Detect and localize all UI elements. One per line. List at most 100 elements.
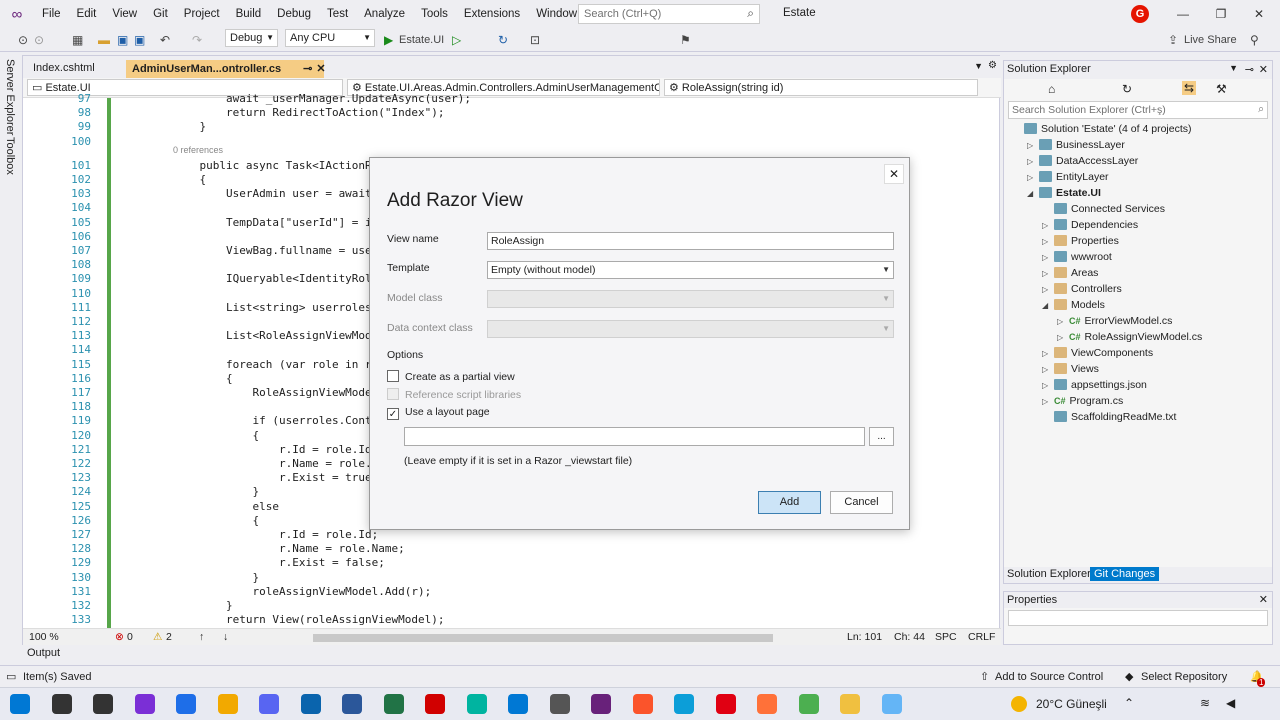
code-line[interactable]: 100 bbox=[23, 135, 983, 149]
tab-output[interactable]: Output bbox=[27, 647, 60, 659]
error-count[interactable]: 0 bbox=[127, 631, 133, 643]
toolbox-tab[interactable]: Toolbox bbox=[4, 137, 16, 175]
expand-arrow-icon[interactable]: ▷ bbox=[1042, 218, 1054, 234]
menu-file[interactable]: File bbox=[34, 0, 69, 28]
menu-debug[interactable]: Debug bbox=[269, 0, 319, 28]
save-icon[interactable]: ▣ bbox=[117, 31, 128, 49]
tree-item[interactable]: Connected Services bbox=[1042, 201, 1165, 217]
refresh-icon[interactable]: ↻ bbox=[498, 31, 508, 49]
code-lens-references[interactable]: 0 references bbox=[173, 145, 223, 155]
tree-item[interactable]: ▷ C# ErrorViewModel.cs bbox=[1057, 313, 1172, 329]
browser-link-icon[interactable]: ⊡ bbox=[530, 31, 540, 49]
platform-select[interactable]: Any CPU ▼ bbox=[285, 29, 375, 47]
search-icon[interactable] bbox=[51, 694, 72, 714]
tree-item[interactable]: Solution 'Estate' (4 of 4 projects) bbox=[1012, 121, 1192, 137]
close-window-icon[interactable]: ✕ bbox=[1244, 4, 1274, 24]
app-photo-icon[interactable] bbox=[217, 694, 238, 714]
search-input[interactable]: Search (Ctrl+Q) ⌕ bbox=[578, 4, 760, 24]
tab-admin-user-controller[interactable]: AdminUserMan...ontroller.cs ⊸ ✕ bbox=[126, 60, 326, 78]
back-icon[interactable]: ⊙ bbox=[18, 31, 28, 49]
expand-arrow-icon[interactable]: ▷ bbox=[1042, 346, 1054, 362]
tree-item[interactable]: ▷ appsettings.json bbox=[1042, 377, 1147, 393]
menu-build[interactable]: Build bbox=[228, 0, 270, 28]
warning-count[interactable]: 2 bbox=[166, 631, 172, 643]
tree-item[interactable]: ◢ Estate.UI bbox=[1027, 185, 1101, 201]
redo-icon[interactable]: ↷ bbox=[192, 31, 202, 49]
menu-test[interactable]: Test bbox=[319, 0, 356, 28]
tree-item[interactable]: ▷ Areas bbox=[1042, 265, 1098, 281]
expand-arrow-icon[interactable]: ▷ bbox=[1042, 234, 1054, 250]
code-line[interactable]: 127 r.Id = role.Id; bbox=[23, 528, 983, 542]
expand-arrow-icon[interactable]: ▷ bbox=[1027, 138, 1039, 154]
menu-analyze[interactable]: Analyze bbox=[356, 0, 413, 28]
view-name-input[interactable]: RoleAssign bbox=[487, 232, 894, 250]
vscode-icon[interactable] bbox=[508, 694, 528, 714]
checkmark-icon[interactable]: ✓ bbox=[387, 408, 399, 420]
up-arrow-icon[interactable]: ↑ bbox=[199, 631, 204, 643]
menu-tools[interactable]: Tools bbox=[413, 0, 456, 28]
windows-start-icon[interactable] bbox=[10, 694, 30, 714]
settings-gear-icon[interactable]: ⚙ bbox=[988, 60, 997, 71]
collapse-arrow-icon[interactable]: ◢ bbox=[1027, 186, 1039, 202]
partial-view-checkbox[interactable]: Create as a partial view bbox=[387, 370, 515, 383]
solution-search-input[interactable]: Search Solution Explorer (Ctrl+ş) ⌕ bbox=[1008, 101, 1268, 119]
tab-dropdown-icon[interactable]: ▼ bbox=[974, 61, 983, 71]
template-select[interactable]: Empty (without model) ▼ bbox=[487, 261, 894, 279]
menu-git[interactable]: Git bbox=[145, 0, 176, 28]
live-share-button[interactable]: Live Share bbox=[1184, 31, 1237, 49]
tree-item[interactable]: ▷ EntityLayer bbox=[1027, 169, 1109, 185]
restore-icon[interactable]: ❐ bbox=[1206, 4, 1236, 24]
menu-window[interactable]: Window bbox=[528, 0, 585, 28]
expand-arrow-icon[interactable]: ▷ bbox=[1042, 282, 1054, 298]
pin-icon[interactable]: ⊸ bbox=[303, 63, 312, 75]
refresh-icon[interactable]: ↻ bbox=[1122, 82, 1132, 96]
code-line[interactable]: 133 return View(roleAssignViewModel); bbox=[23, 613, 983, 627]
chrome-icon[interactable] bbox=[798, 694, 819, 714]
record-icon[interactable] bbox=[425, 694, 445, 714]
tab-solution-explorer[interactable]: Solution Explorer bbox=[1007, 568, 1091, 580]
brave-icon[interactable] bbox=[632, 694, 653, 714]
save-all-icon[interactable]: ▣ bbox=[134, 31, 145, 49]
tab-git-changes[interactable]: Git Changes bbox=[1090, 567, 1160, 581]
word-icon[interactable] bbox=[342, 694, 362, 714]
start-without-debug-icon[interactable]: ▷ bbox=[452, 31, 461, 49]
code-line[interactable]: 99 } bbox=[23, 120, 983, 134]
chevron-up-icon[interactable]: ⌃ bbox=[1124, 696, 1134, 710]
excel-icon[interactable] bbox=[383, 694, 404, 714]
expand-arrow-icon[interactable]: ▷ bbox=[1042, 362, 1054, 378]
forward-icon[interactable]: ⊙ bbox=[34, 31, 44, 49]
tree-item[interactable]: ▷ Properties bbox=[1042, 233, 1119, 249]
add-button[interactable]: Add bbox=[758, 491, 821, 514]
configuration-select[interactable]: Debug ▼ bbox=[225, 29, 278, 47]
feedback-icon[interactable]: ⚲ bbox=[1250, 31, 1259, 49]
code-line[interactable]: 128 r.Name = role.Name; bbox=[23, 542, 983, 556]
indent-mode[interactable]: SPC bbox=[935, 631, 957, 643]
properties-wrench-icon[interactable]: ⚒ bbox=[1216, 82, 1227, 96]
close-icon[interactable]: ✕ bbox=[1259, 63, 1268, 76]
opera-icon[interactable] bbox=[715, 694, 736, 714]
app-purple-icon[interactable] bbox=[134, 694, 155, 714]
tree-item[interactable]: ▷ C# Program.cs bbox=[1042, 393, 1123, 409]
code-line[interactable]: 129 r.Exist = false; bbox=[23, 556, 983, 570]
properties-object-select[interactable] bbox=[1008, 610, 1268, 626]
run-icon[interactable]: ▶ bbox=[384, 31, 393, 49]
collapse-arrow-icon[interactable]: ◢ bbox=[1042, 298, 1054, 314]
tree-item[interactable]: ▷ ViewComponents bbox=[1042, 345, 1153, 361]
close-tab-icon[interactable]: ✕ bbox=[316, 63, 325, 75]
layout-page-checkbox[interactable]: ✓ Use a layout page bbox=[387, 406, 490, 420]
sync-icon[interactable]: ⇆ bbox=[1182, 81, 1197, 95]
tool-icon[interactable] bbox=[549, 694, 570, 714]
code-line[interactable]: 98 return RedirectToAction("Index"); bbox=[23, 106, 983, 120]
app-c-icon[interactable] bbox=[176, 694, 196, 714]
expand-arrow-icon[interactable]: ▷ bbox=[1042, 266, 1054, 282]
tree-item[interactable]: ▷ Views bbox=[1042, 361, 1099, 377]
down-arrow-icon[interactable]: ↓ bbox=[223, 631, 228, 643]
expand-arrow-icon[interactable]: ▷ bbox=[1042, 250, 1054, 266]
expand-arrow-icon[interactable]: ▷ bbox=[1057, 314, 1069, 330]
tree-item[interactable]: ▷ wwwroot bbox=[1042, 249, 1112, 265]
task-view-icon[interactable] bbox=[93, 694, 113, 714]
undo-icon[interactable]: ↶ bbox=[160, 31, 170, 49]
server-explorer-tab[interactable]: Server Explorer bbox=[4, 59, 16, 135]
code-line[interactable]: 132 } bbox=[23, 599, 983, 613]
expand-arrow-icon[interactable]: ▷ bbox=[1042, 378, 1054, 394]
